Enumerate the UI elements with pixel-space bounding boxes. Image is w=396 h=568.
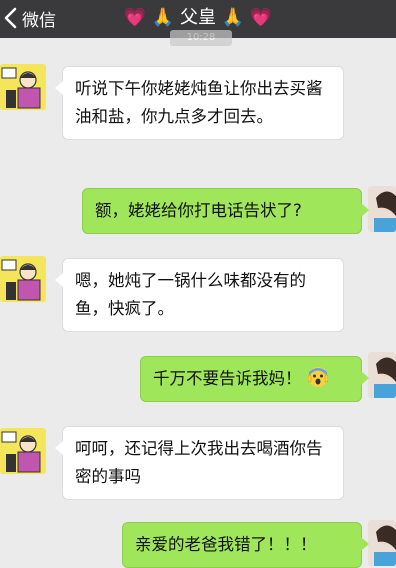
message-timestamp: 10:28 bbox=[170, 30, 232, 46]
user-photo-icon bbox=[368, 352, 396, 398]
message-text: 听说下午你姥姥炖鱼让你出去买酱油和盐，你九点多才回去。 bbox=[75, 79, 323, 126]
message-bubble[interactable]: 千万不要告诉我妈！ bbox=[140, 356, 369, 402]
cartoon-avatar-icon bbox=[0, 256, 46, 302]
message-text: 呵呵，还记得上次我出去喝酒你告密的事吗 bbox=[75, 439, 323, 486]
chat-title: 💗 🙏 父皇 🙏 💗 bbox=[0, 5, 396, 31]
contact-avatar[interactable] bbox=[0, 64, 46, 110]
contact-name: 父皇 bbox=[180, 7, 216, 28]
message-bubble[interactable]: 亲爱的老爸我错了！！！ bbox=[122, 522, 369, 568]
my-avatar[interactable] bbox=[368, 352, 396, 398]
my-avatar[interactable] bbox=[368, 520, 396, 566]
user-photo-icon bbox=[368, 520, 396, 566]
message-text: 亲爱的老爸我错了！！！ bbox=[135, 535, 317, 554]
contact-avatar[interactable] bbox=[0, 256, 46, 302]
message-bubble[interactable]: 呵呵，还记得上次我出去喝酒你告密的事吗 bbox=[55, 426, 344, 500]
heart-icon: 💗 bbox=[249, 7, 273, 28]
screaming-face-icon bbox=[307, 367, 328, 387]
cartoon-avatar-icon bbox=[0, 428, 46, 474]
message-bubble[interactable]: 嗯，她炖了一锅什么味都没有的鱼，快疯了。 bbox=[55, 258, 344, 332]
contact-avatar[interactable] bbox=[0, 428, 46, 474]
my-avatar[interactable] bbox=[368, 186, 396, 232]
message-text: 额，姥姥给你打电话告状了? bbox=[95, 201, 302, 220]
message-text: 千万不要告诉我妈！ bbox=[153, 369, 302, 388]
heart-icon: 💗 bbox=[123, 7, 147, 28]
cartoon-avatar-icon bbox=[0, 64, 46, 110]
message-bubble[interactable]: 额，姥姥给你打电话告状了? bbox=[82, 188, 369, 234]
praying-hands-icon: 🙏 bbox=[221, 7, 245, 28]
praying-hands-icon: 🙏 bbox=[151, 7, 175, 28]
message-text: 嗯，她炖了一锅什么味都没有的鱼，快疯了。 bbox=[75, 271, 306, 318]
user-photo-icon bbox=[368, 186, 396, 232]
message-bubble[interactable]: 听说下午你姥姥炖鱼让你出去买酱油和盐，你九点多才回去。 bbox=[55, 66, 344, 140]
